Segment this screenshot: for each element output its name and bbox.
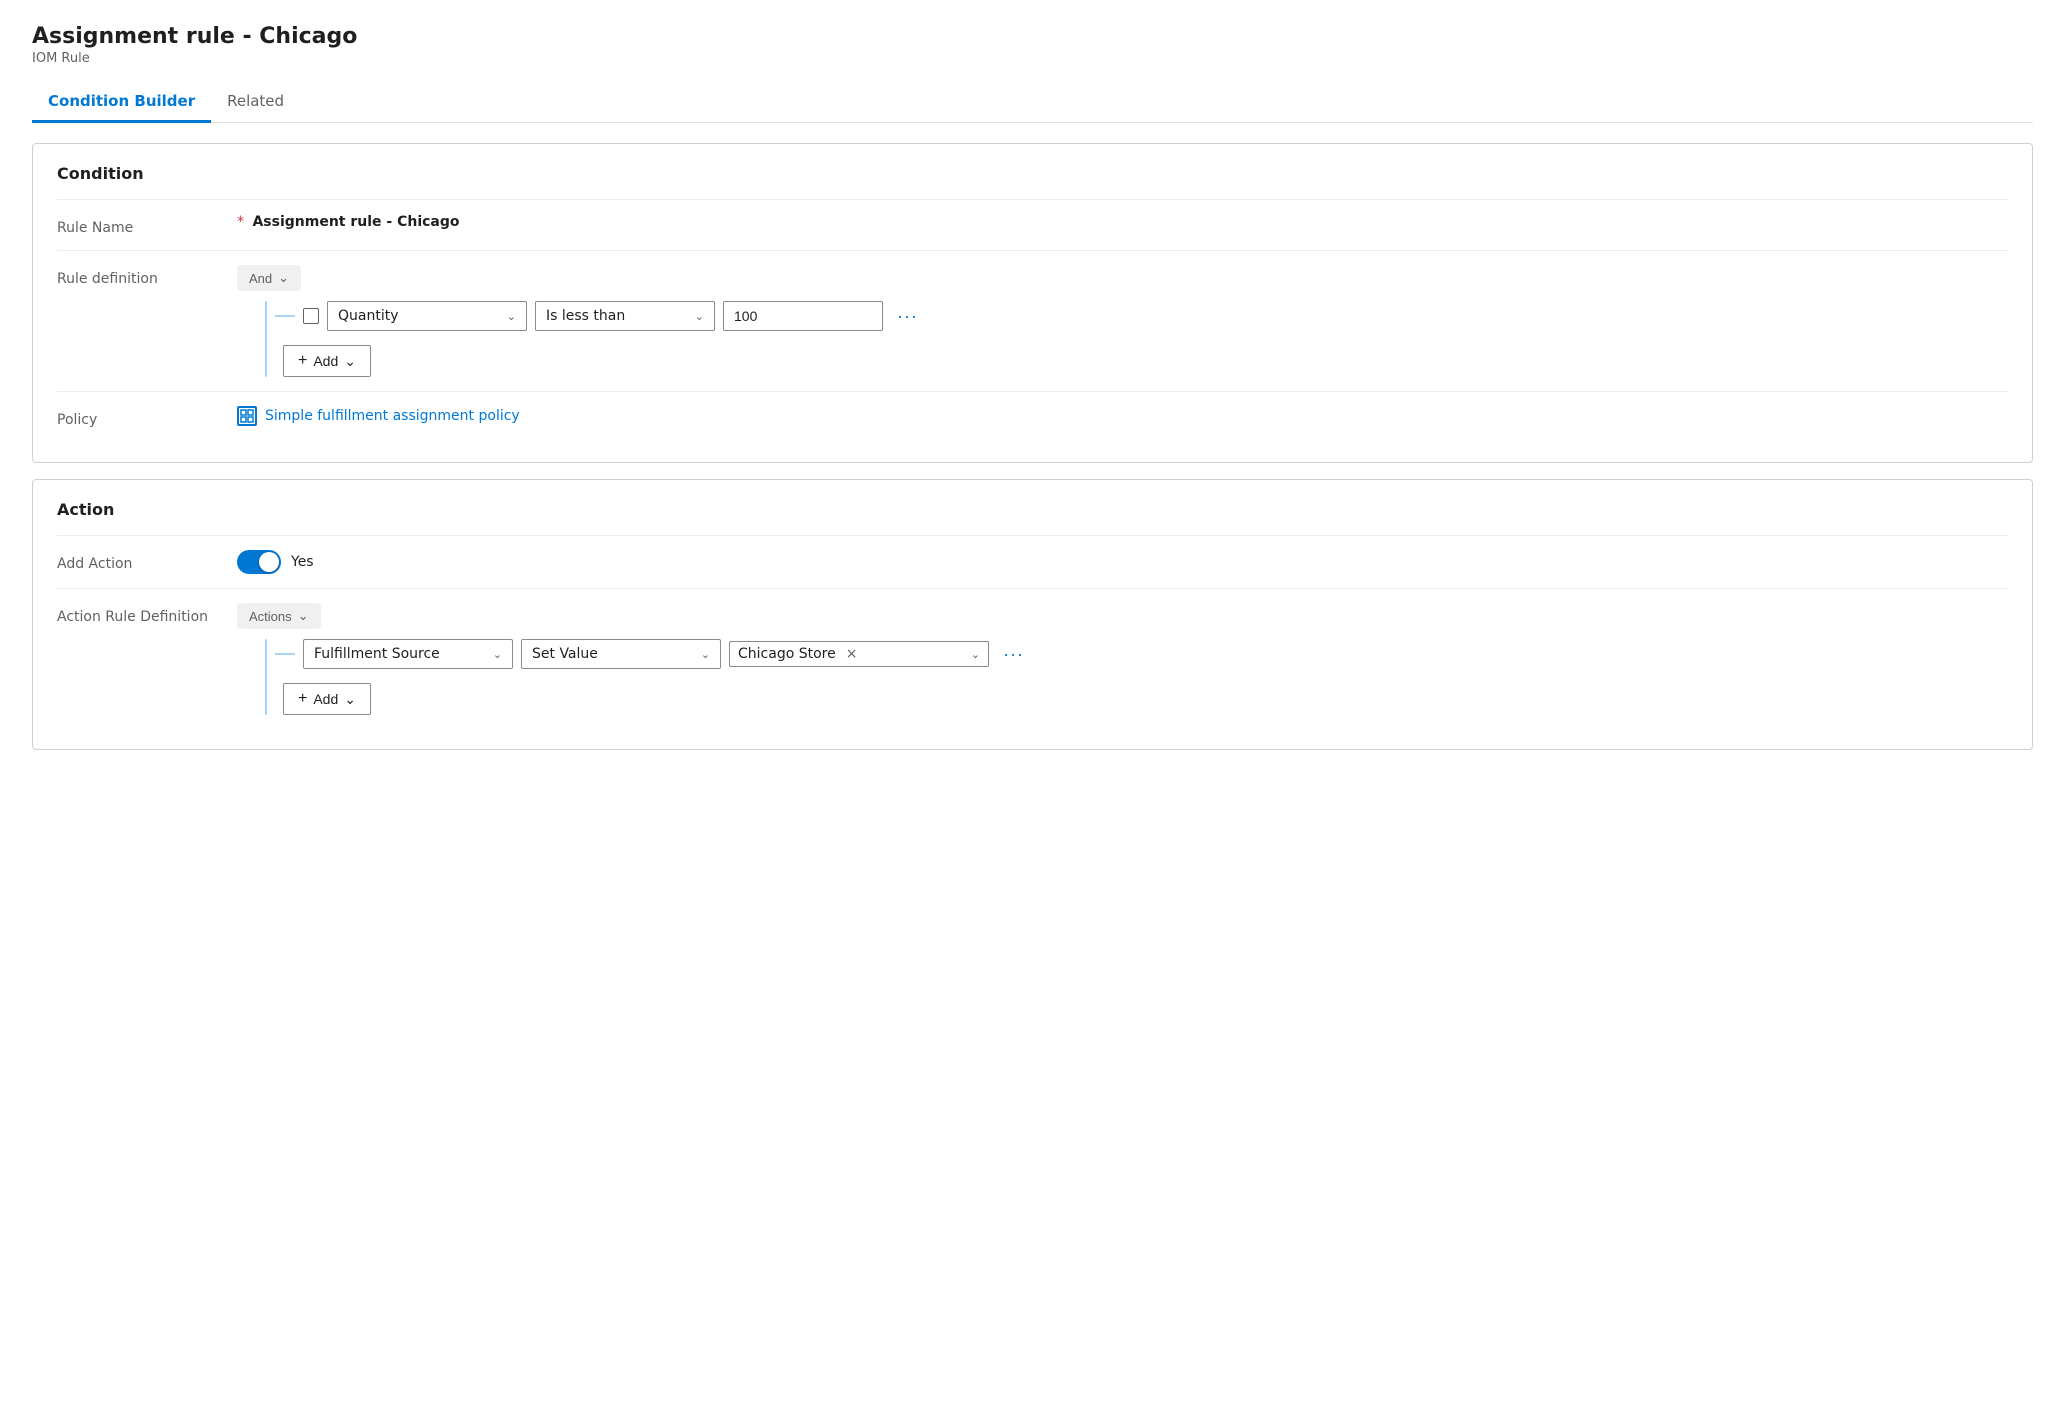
policy-label: Policy xyxy=(57,406,237,428)
tab-related[interactable]: Related xyxy=(211,82,300,123)
add-condition-label: Add xyxy=(313,353,338,369)
action-tree-items: Fulfillment Source ⌄ Set Value ⌄ Chicago… xyxy=(267,639,2008,715)
and-pill-label: And xyxy=(249,271,272,286)
add-action-rule-container: + Add ⌄ xyxy=(275,679,2008,715)
rule-name-label: Rule Name xyxy=(57,214,237,236)
rule-definition-value: And ⌄ Quantity ⌄ xyxy=(237,265,2008,377)
page-title: Assignment rule - Chicago xyxy=(32,24,2033,49)
toggle-thumb xyxy=(259,552,279,572)
add-condition-container: + Add ⌄ xyxy=(275,341,2008,377)
action-rule-definition-row: Action Rule Definition Actions ⌄ Fu xyxy=(57,588,2008,729)
add-action-rule-label: Add xyxy=(313,691,338,707)
toggle-yes-label: Yes xyxy=(291,554,314,570)
add-condition-plus-icon: + xyxy=(298,352,307,370)
chicago-store-close-icon[interactable]: × xyxy=(846,646,858,662)
rule-definition-row: Rule definition And ⌄ Qua xyxy=(57,250,2008,391)
action-tree: Fulfillment Source ⌄ Set Value ⌄ Chicago… xyxy=(237,639,2008,715)
chicago-store-tag-chevron-icon: ⌄ xyxy=(971,648,980,661)
fulfillment-chevron-icon: ⌄ xyxy=(493,648,502,661)
condition-section-title: Condition xyxy=(57,164,2008,183)
add-action-value: Yes xyxy=(237,550,2008,574)
action-section: Action Add Action Yes Action Rule Defini… xyxy=(32,479,2033,750)
tree-items: Quantity ⌄ Is less than ⌄ ··· xyxy=(267,301,2008,377)
tree-line-container: Quantity ⌄ Is less than ⌄ ··· xyxy=(253,301,2008,377)
actions-pill[interactable]: Actions ⌄ xyxy=(237,603,321,629)
tab-condition-builder[interactable]: Condition Builder xyxy=(32,82,211,123)
policy-row: Policy Simple fulfillment assignment pol… xyxy=(57,391,2008,442)
action-tree-horizontal-line xyxy=(275,653,295,655)
quantity-dropdown[interactable]: Quantity ⌄ xyxy=(327,301,527,331)
action-ellipsis-button[interactable]: ··· xyxy=(997,640,1030,669)
condition-section: Condition Rule Name * Assignment rule - … xyxy=(32,143,2033,463)
add-condition-button[interactable]: + Add ⌄ xyxy=(283,345,371,377)
rule-name-row: Rule Name * Assignment rule - Chicago xyxy=(57,199,2008,250)
operator-chevron-icon: ⌄ xyxy=(695,310,704,323)
action-rule-definition-value: Actions ⌄ Fulfillment Source ⌄ xyxy=(237,603,2008,715)
condition-tree: Quantity ⌄ Is less than ⌄ ··· xyxy=(237,301,2008,377)
condition-ellipsis-button[interactable]: ··· xyxy=(891,302,924,331)
chicago-store-tag-value: Chicago Store xyxy=(738,646,836,662)
operator-dropdown-value: Is less than xyxy=(546,308,625,324)
rule-name-value-container: * Assignment rule - Chicago xyxy=(237,214,2008,230)
condition-checkbox[interactable] xyxy=(303,308,319,324)
add-action-label: Add Action xyxy=(57,550,237,572)
policy-value: Simple fulfillment assignment policy xyxy=(237,406,2008,427)
policy-link-text: Simple fulfillment assignment policy xyxy=(265,408,520,424)
operator-dropdown[interactable]: Is less than ⌄ xyxy=(535,301,715,331)
action-row: Fulfillment Source ⌄ Set Value ⌄ Chicago… xyxy=(275,639,2008,669)
and-pill[interactable]: And ⌄ xyxy=(237,265,301,291)
add-chevron-icon: ⌄ xyxy=(344,353,356,370)
actions-pill-label: Actions xyxy=(249,609,292,624)
rule-name-value: Assignment rule - Chicago xyxy=(252,214,459,230)
action-section-title: Action xyxy=(57,500,2008,519)
toggle-container: Yes xyxy=(237,550,2008,574)
chicago-store-tag: Chicago Store × xyxy=(738,646,857,662)
add-action-row: Add Action Yes xyxy=(57,535,2008,588)
add-action-rule-button[interactable]: + Add ⌄ xyxy=(283,683,371,715)
quantity-chevron-icon: ⌄ xyxy=(507,310,516,323)
tabs-container: Condition Builder Related xyxy=(32,82,2033,123)
policy-icon xyxy=(237,406,257,426)
and-chevron-icon: ⌄ xyxy=(278,270,289,286)
fulfillment-source-dropdown[interactable]: Fulfillment Source ⌄ xyxy=(303,639,513,669)
chicago-store-tag-container: Chicago Store × ⌄ xyxy=(729,641,989,667)
action-tree-line-container: Fulfillment Source ⌄ Set Value ⌄ Chicago… xyxy=(253,639,2008,715)
quantity-dropdown-value: Quantity xyxy=(338,308,399,324)
add-action-plus-icon: + xyxy=(298,690,307,708)
condition-value-input[interactable] xyxy=(723,301,883,331)
set-value-dropdown[interactable]: Set Value ⌄ xyxy=(521,639,721,669)
set-value-dropdown-value: Set Value xyxy=(532,646,598,662)
condition-row: Quantity ⌄ Is less than ⌄ ··· xyxy=(275,301,2008,331)
action-rule-definition-label: Action Rule Definition xyxy=(57,603,237,625)
tree-horizontal-line xyxy=(275,315,295,317)
required-star: * xyxy=(237,214,244,230)
set-value-chevron-icon: ⌄ xyxy=(701,648,710,661)
page-subtitle: IOM Rule xyxy=(32,51,2033,66)
actions-chevron-icon: ⌄ xyxy=(298,608,309,624)
fulfillment-source-value: Fulfillment Source xyxy=(314,646,440,662)
add-action-chevron-icon: ⌄ xyxy=(344,691,356,708)
policy-link[interactable]: Simple fulfillment assignment policy xyxy=(237,406,520,426)
add-action-toggle[interactable] xyxy=(237,550,281,574)
rule-definition-label: Rule definition xyxy=(57,265,237,287)
